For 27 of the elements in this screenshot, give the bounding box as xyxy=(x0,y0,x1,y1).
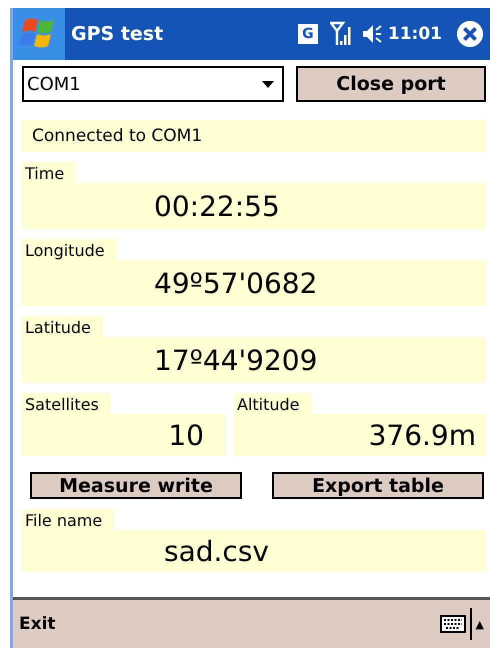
keyboard-icon[interactable] xyxy=(440,615,466,633)
field-label: Time xyxy=(22,162,76,183)
window-title: GPS test xyxy=(71,23,164,45)
port-dropdown[interactable]: COM1 xyxy=(22,66,284,102)
field-label: File name xyxy=(22,509,114,530)
reading-value: 17º44'9209 xyxy=(22,337,486,383)
action-button[interactable]: Export table xyxy=(272,472,484,499)
field-label: Longitude xyxy=(22,239,117,260)
field-label: Latitude xyxy=(22,316,103,337)
file-name-value: sad.csv xyxy=(22,530,486,572)
reading-value: 49º57'0682 xyxy=(22,260,486,306)
status-badge[interactable]: G xyxy=(298,24,318,44)
reading-value: 376.9m xyxy=(234,414,486,456)
reading-value: 10 xyxy=(22,414,226,456)
clock-text[interactable]: 11:01 xyxy=(388,24,442,44)
reading-value: 00:22:55 xyxy=(22,183,486,229)
field-label: Altitude xyxy=(234,393,312,414)
close-port-button[interactable]: Close port xyxy=(296,66,486,102)
speaker-icon[interactable] xyxy=(362,23,384,45)
dropdown-caret-icon xyxy=(262,80,274,88)
action-button[interactable]: Measure write xyxy=(30,472,242,499)
close-icon[interactable] xyxy=(456,20,484,48)
input-menu-arrow[interactable]: ▲ xyxy=(476,618,484,630)
signal-icon[interactable] xyxy=(330,21,352,47)
field-label: Satellites xyxy=(22,393,111,414)
connection-status: Connected to COM1 xyxy=(22,120,486,152)
exit-menu[interactable]: Exit xyxy=(19,614,440,634)
